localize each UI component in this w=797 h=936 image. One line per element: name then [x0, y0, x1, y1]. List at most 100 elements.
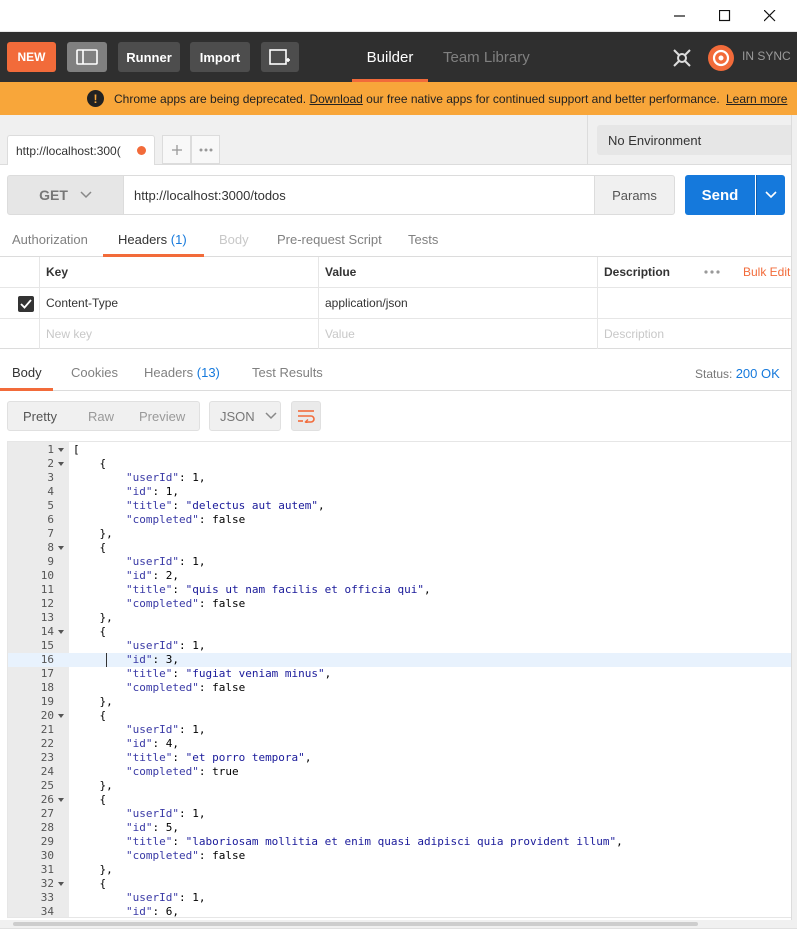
code-line: 27 "userId": 1,: [8, 807, 796, 821]
wrap-lines-icon: [298, 410, 315, 423]
new-description-input[interactable]: Description: [597, 319, 664, 349]
line-number: 29: [40, 835, 54, 848]
banner-text-after: our free native apps for continued suppo…: [362, 92, 720, 106]
code-line: 22 "id": 4,: [8, 737, 796, 751]
code-line: 5 "title": "delectus aut autem",: [8, 499, 796, 513]
tab-options-button[interactable]: [191, 135, 220, 164]
learn-more-link[interactable]: Learn more: [726, 92, 787, 106]
line-number: 16: [40, 653, 54, 666]
table-row: Content-Type application/json: [0, 288, 797, 319]
fold-toggle-icon[interactable]: [58, 798, 64, 802]
line-number: 3: [47, 471, 54, 484]
maximize-icon[interactable]: [702, 0, 748, 32]
close-icon[interactable]: [747, 0, 793, 32]
tab-headers[interactable]: Headers (1): [118, 232, 187, 247]
horizontal-scrollbar[interactable]: [0, 920, 797, 928]
status-label: Status:: [695, 367, 733, 381]
fold-toggle-icon[interactable]: [58, 714, 64, 718]
tab-builder[interactable]: Builder: [352, 32, 428, 82]
fold-toggle-icon[interactable]: [58, 448, 64, 452]
line-number: 20: [40, 709, 54, 722]
response-tab-headers[interactable]: Headers (13): [144, 365, 220, 380]
view-pretty-button[interactable]: Pretty: [23, 409, 57, 424]
new-value-input[interactable]: Value: [318, 319, 355, 349]
banner-message: Chrome apps are being deprecated. Downlo…: [114, 92, 720, 106]
line-number: 34: [40, 905, 54, 918]
wrap-lines-button[interactable]: [291, 401, 321, 431]
response-tab-body[interactable]: Body: [12, 365, 42, 380]
chevron-down-icon: [765, 191, 777, 199]
fold-toggle-icon[interactable]: [58, 882, 64, 886]
code-text: [: [73, 443, 80, 456]
params-button[interactable]: Params: [594, 175, 675, 215]
code-text: {: [73, 541, 107, 554]
line-number: 27: [40, 807, 54, 820]
response-headers-label: Headers: [144, 365, 194, 380]
tab-team-library[interactable]: Team Library: [443, 32, 530, 82]
code-line: 33 "userId": 1,: [8, 891, 796, 905]
response-headers-count: (13): [196, 365, 220, 380]
code-text: "userId": 1,: [125, 723, 206, 736]
response-tab-test-results[interactable]: Test Results: [252, 365, 323, 380]
line-number: 31: [40, 863, 54, 876]
response-tab-cookies[interactable]: Cookies: [71, 365, 118, 380]
view-raw-button[interactable]: Raw: [88, 409, 114, 424]
code-line: 21 "userId": 1,: [8, 723, 796, 737]
send-options-button[interactable]: [756, 175, 785, 215]
more-icon: [199, 148, 212, 151]
line-number: 10: [40, 569, 54, 582]
url-input[interactable]: [123, 175, 595, 215]
line-number: 8: [47, 541, 54, 554]
header-description-cell[interactable]: [597, 288, 604, 318]
download-link[interactable]: Download: [309, 92, 362, 106]
code-text: },: [73, 527, 113, 540]
fold-toggle-icon[interactable]: [58, 546, 64, 550]
line-number: 23: [40, 751, 54, 764]
tab-prerequest-script[interactable]: Pre-request Script: [277, 232, 382, 247]
code-line: 24 "completed": true: [8, 765, 796, 779]
header-value-cell[interactable]: application/json: [318, 288, 408, 318]
tab-authorization[interactable]: Authorization: [12, 232, 88, 247]
code-line: 29 "title": "laboriosam mollitia et enim…: [8, 835, 796, 849]
fold-toggle-icon[interactable]: [58, 462, 64, 466]
response-tabs: Body Cookies Headers (13) Test Results S…: [0, 356, 797, 391]
new-key-input[interactable]: New key: [39, 319, 92, 349]
code-text: "completed": false: [125, 849, 246, 862]
language-select[interactable]: JSON: [209, 401, 281, 431]
add-tab-button[interactable]: [162, 135, 191, 164]
header-key-cell[interactable]: Content-Type: [39, 288, 118, 318]
line-number: 18: [40, 681, 54, 694]
code-text: },: [73, 611, 113, 624]
interceptor-icon[interactable]: [668, 44, 696, 72]
environment-label: No Environment: [608, 132, 702, 148]
view-preview-button[interactable]: Preview: [139, 409, 185, 424]
request-tab[interactable]: http://localhost:300(: [7, 135, 155, 165]
code-text: "completed": true: [125, 765, 239, 778]
checkmark-icon: [20, 299, 32, 309]
header-enabled-checkbox[interactable]: [18, 296, 34, 312]
bulk-edit-link[interactable]: Bulk Edit: [736, 257, 790, 287]
line-number: 4: [47, 485, 54, 498]
code-text: "id": 6,: [125, 905, 179, 918]
code-text: "completed": false: [125, 513, 246, 526]
tab-tests[interactable]: Tests: [408, 232, 438, 247]
import-button[interactable]: Import: [190, 42, 250, 72]
toggle-sidebar-button[interactable]: [67, 42, 107, 72]
method-select[interactable]: GET: [7, 175, 124, 215]
code-line: 30 "completed": false: [8, 849, 796, 863]
environment-select[interactable]: No Environment: [597, 125, 797, 155]
sync-icon[interactable]: [707, 44, 735, 72]
tab-body[interactable]: Body: [219, 232, 249, 247]
send-button[interactable]: Send: [685, 175, 755, 215]
vertical-scrollbar[interactable]: [791, 115, 797, 920]
main-toolbar: NEW Runner Import Builder Team Library I…: [0, 32, 797, 82]
fold-toggle-icon[interactable]: [58, 630, 64, 634]
response-body-editor[interactable]: 1[2 {3 "userId": 1, 4 "id": 1, 5 "title": …: [7, 441, 797, 918]
table-options-button[interactable]: [697, 257, 720, 287]
scrollbar-thumb[interactable]: [13, 922, 698, 926]
new-window-button[interactable]: [261, 42, 299, 72]
runner-button[interactable]: Runner: [118, 42, 180, 72]
new-button[interactable]: NEW: [7, 42, 56, 72]
minimize-icon[interactable]: [657, 0, 703, 32]
code-line: 6 "completed": false: [8, 513, 796, 527]
